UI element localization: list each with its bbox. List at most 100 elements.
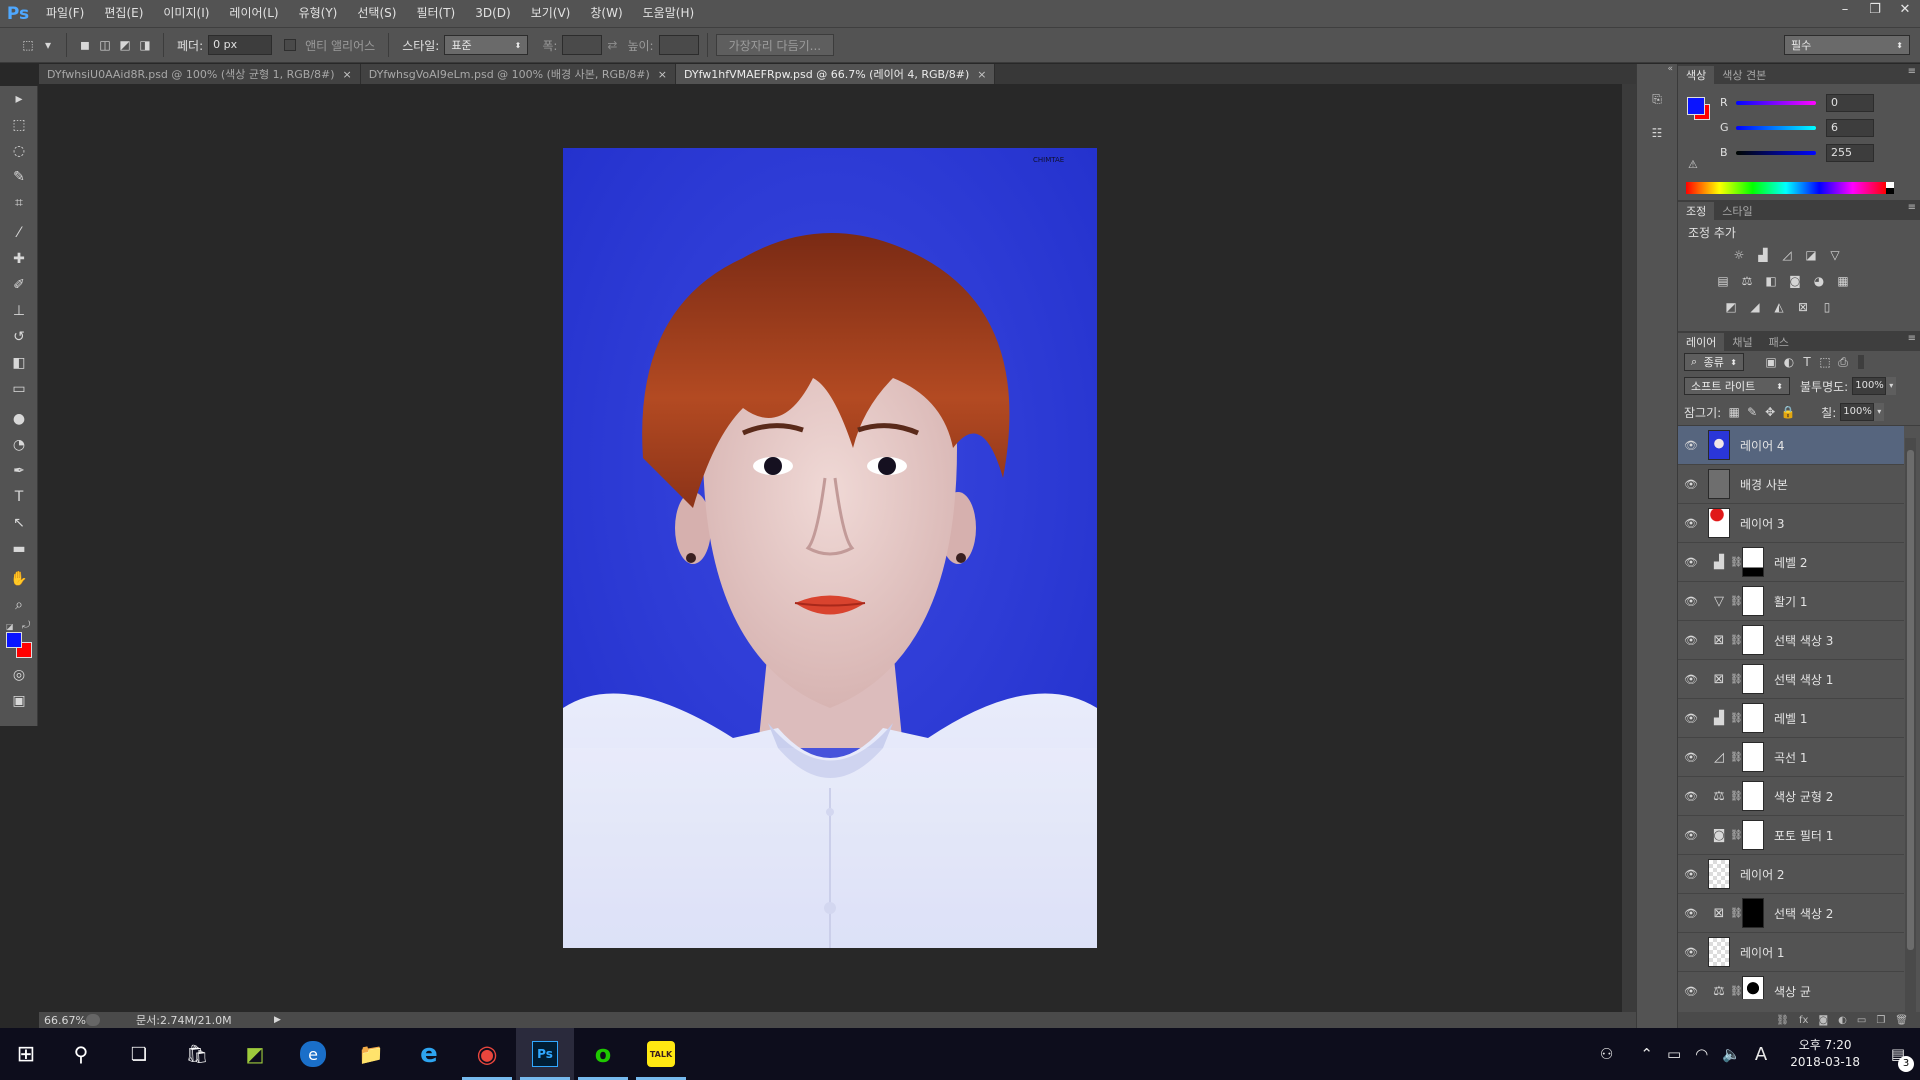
marquee-tool-icon[interactable]: ⬚ [0,112,38,138]
color-balance-icon[interactable]: ⚖ [1738,272,1756,290]
layer-visibility-eye-icon[interactable]: 👁 [1678,673,1704,686]
ime-indicator[interactable]: A [1755,1044,1767,1065]
menu-item[interactable]: 3D(D) [465,0,520,27]
zoom-tool-icon[interactable]: ⌕ [0,592,38,618]
layer-visibility-eye-icon[interactable]: 👁 [1678,907,1704,920]
layer-name[interactable]: 레벨 1 [1774,710,1808,727]
tab-channels[interactable]: 채널 [1724,333,1760,351]
blend-mode-select[interactable]: 소프트 라이트 ⬍ [1684,377,1790,395]
move-tool-icon[interactable]: ▸ [0,86,38,112]
mask-link-icon[interactable]: ⛓ [1730,674,1743,685]
photo-filter-icon[interactable]: ◙ [1708,820,1730,850]
layer-name[interactable]: 레이어 2 [1740,866,1785,883]
mask-link-icon[interactable]: ⛓ [1730,596,1743,607]
eraser-tool-icon[interactable]: ◧ [0,350,38,376]
photoshop-taskbar-button[interactable]: Ps [516,1028,574,1080]
layer-name[interactable]: 곡선 1 [1774,749,1808,766]
store-taskbar-button[interactable]: 🛍 [168,1028,226,1080]
red-value-input[interactable]: 0 [1826,93,1874,112]
panel-menu-icon[interactable]: ≡ [1908,66,1916,77]
add-mask-icon[interactable]: ◙ [1818,1015,1828,1026]
path-select-tool-icon[interactable]: ↖ [0,510,38,536]
layer-thumbnail[interactable] [1708,508,1730,538]
mask-link-icon[interactable]: ⛓ [1730,830,1743,841]
layer-mask-thumbnail[interactable] [1742,625,1764,655]
curves-icon[interactable]: ◿ [1778,246,1796,264]
layer-visibility-eye-icon[interactable]: 👁 [1678,478,1704,491]
pen-tool-icon[interactable]: ✒ [0,458,38,484]
chrome-taskbar-button[interactable]: ◉ [458,1028,516,1080]
layer-mask-thumbnail[interactable] [1742,547,1764,577]
zoom-level[interactable]: 66.67% [44,1014,86,1027]
stamp-tool-icon[interactable]: ⊥ [0,298,38,324]
opacity-input[interactable]: 100% [1852,377,1887,395]
menu-item[interactable]: 레이어(L) [219,0,288,27]
people-icon[interactable]: ⚇ [1600,1045,1613,1063]
mask-link-icon[interactable]: ⛓ [1730,986,1743,997]
tab-adjustments[interactable]: 조정 [1678,202,1715,220]
minimize-button[interactable]: – [1830,0,1860,18]
layer-thumbnail[interactable] [1708,469,1730,499]
curves-icon[interactable]: ◿ [1708,742,1730,772]
document-image[interactable]: CHIMTAE [563,148,1097,948]
search-taskbar-button[interactable]: ⚲ [52,1028,110,1080]
menu-item[interactable]: 파일(F) [36,0,94,27]
menu-item[interactable]: 도움말(H) [633,0,705,27]
layer-name[interactable]: 선택 색상 3 [1774,632,1833,649]
default-colors-icon[interactable]: ◪ [6,622,14,631]
layer-row[interactable]: 👁 레이어 4 [1678,426,1904,465]
layer-mask-thumbnail[interactable] [1742,703,1764,733]
layer-mask-thumbnail[interactable] [1742,664,1764,694]
internet-explorer-taskbar-button[interactable]: e [400,1028,458,1080]
menu-item[interactable]: 유형(Y) [289,0,348,27]
vibrance-icon[interactable]: ▽ [1708,586,1730,616]
blur-tool-icon[interactable]: ● [0,406,38,432]
selective-color-icon[interactable]: ⊠ [1708,898,1730,928]
layer-visibility-eye-icon[interactable]: 👁 [1678,946,1704,959]
layer-mask-thumbnail[interactable] [1742,820,1764,850]
layer-visibility-eye-icon[interactable]: 👁 [1678,712,1704,725]
layer-name[interactable]: 선택 색상 2 [1774,905,1833,922]
subtract-selection-icon[interactable]: ◩ [115,35,135,55]
layer-row[interactable]: 👁 ⊠ ⛓ 선택 색상 3 [1678,621,1904,660]
panel-menu-icon[interactable]: ≡ [1908,333,1916,344]
antialias-checkbox[interactable]: 앤티 앨리어스 [284,37,380,54]
layer-visibility-eye-icon[interactable]: 👁 [1678,556,1704,569]
layer-thumbnail[interactable] [1708,937,1730,967]
battery-icon[interactable]: ▭ [1667,1045,1681,1063]
clock[interactable]: 오후 7:20 2018-03-18 [1790,1037,1860,1071]
selective-color-icon[interactable]: ⊠ [1708,625,1730,655]
layer-mask-thumbnail[interactable] [1742,742,1764,772]
messenger-taskbar-button[interactable]: o [574,1028,632,1080]
layer-name[interactable]: 레이어 3 [1740,515,1785,532]
preset-dropdown-icon[interactable]: ▾ [38,35,58,55]
layer-name[interactable]: 색상 균 [1774,983,1811,1000]
hue-saturation-icon[interactable]: ▤ [1714,272,1732,290]
layer-row[interactable]: 👁 ⚖ ⛓ 색상 균형 2 [1678,777,1904,816]
close-tab-icon[interactable]: × [343,68,352,81]
new-selection-icon[interactable]: ◼ [75,35,95,55]
black-white-icon[interactable]: ◧ [1762,272,1780,290]
filter-toggle[interactable] [1858,355,1864,369]
layer-visibility-eye-icon[interactable]: 👁 [1678,634,1704,647]
lock-transparency-icon[interactable]: ▦ [1725,403,1743,421]
layer-name[interactable]: 포토 필터 1 [1774,827,1833,844]
dodge-tool-icon[interactable]: ◔ [0,432,38,458]
posterize-icon[interactable]: ◢ [1746,298,1764,316]
photo-filter-icon[interactable]: ◙ [1786,272,1804,290]
menu-item[interactable]: 필터(T) [406,0,465,27]
crop-tool-icon[interactable]: ⌗ [0,190,38,216]
blue-slider[interactable] [1736,150,1816,155]
selective-color-icon[interactable]: ⊠ [1794,298,1812,316]
layer-row[interactable]: 👁 ▽ ⛓ 활기 1 [1678,582,1904,621]
screen-mode-icon[interactable]: ▣ [0,688,38,714]
new-layer-icon[interactable]: ❐ [1876,1015,1885,1026]
antialias-check-box[interactable] [284,39,297,51]
eyedropper-tool-icon[interactable]: ⁄ [0,220,38,246]
task-view-taskbar-button[interactable]: ❏ [110,1028,168,1080]
layer-row[interactable]: 👁 레이어 2 [1678,855,1904,894]
document-tab[interactable]: DYfwhsiU0AAid8R.psd @ 100% (색상 균형 1, RGB… [39,64,361,84]
layer-visibility-eye-icon[interactable]: 👁 [1678,790,1704,803]
opacity-dropdown-icon[interactable]: ▾ [1886,377,1897,395]
layer-visibility-eye-icon[interactable]: 👁 [1678,751,1704,764]
